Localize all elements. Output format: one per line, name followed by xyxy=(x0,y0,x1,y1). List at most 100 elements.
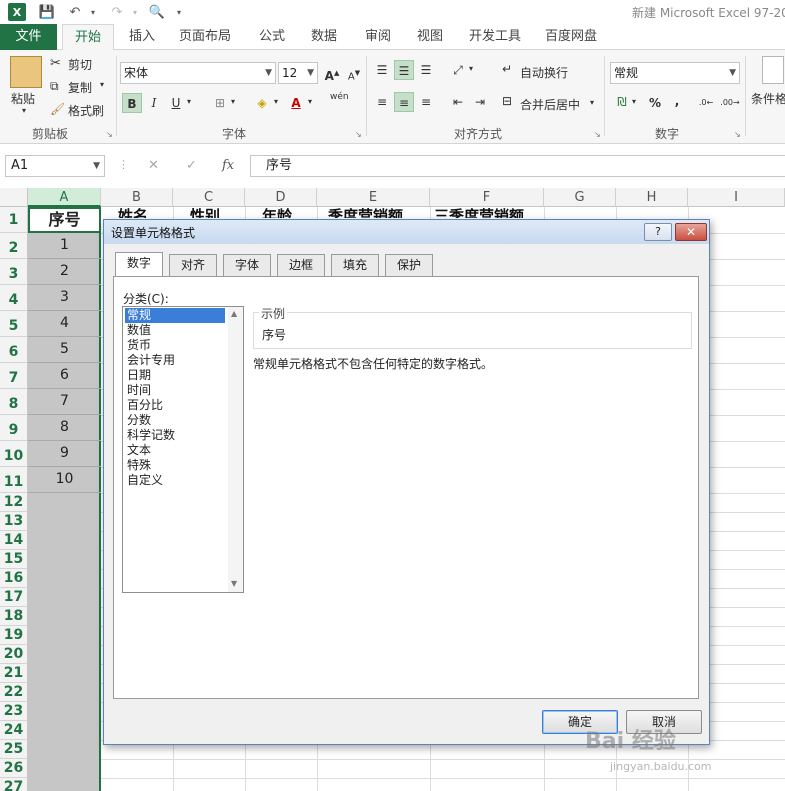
cell-a5[interactable]: 4 xyxy=(28,311,101,337)
orientation-dropdown-icon[interactable]: ▾ xyxy=(469,64,473,73)
row-header[interactable]: 13 xyxy=(0,512,28,531)
tab-file[interactable]: 文件 xyxy=(0,24,57,50)
cell-f1[interactable]: 三季度营销额 xyxy=(434,208,524,218)
row-header[interactable]: 12 xyxy=(0,493,28,512)
cut-button[interactable]: 剪切 xyxy=(68,56,92,73)
column-header-b[interactable]: B xyxy=(101,188,173,207)
row-header[interactable]: 27 xyxy=(0,778,28,791)
cancel-entry-icon[interactable]: ✕ xyxy=(148,158,159,173)
column-header-a[interactable]: A xyxy=(28,188,101,207)
insert-function-icon[interactable]: fx xyxy=(222,158,234,173)
font-size-select[interactable]: 12 ▼ xyxy=(278,62,318,84)
category-item[interactable]: 时间 xyxy=(125,383,225,398)
tab-page-layout[interactable]: 页面布局 xyxy=(172,24,238,50)
paste-dropdown-icon[interactable]: ▾ xyxy=(22,106,26,115)
category-item[interactable]: 日期 xyxy=(125,368,225,383)
row-header[interactable]: 4 xyxy=(0,285,28,311)
tab-baidu-netdisk[interactable]: 百度网盘 xyxy=(538,24,604,50)
comma-style-button[interactable]: , xyxy=(667,91,687,111)
scroll-down-icon[interactable]: ▼ xyxy=(231,579,237,588)
column-header-h[interactable]: H xyxy=(616,188,688,207)
row-header[interactable]: 17 xyxy=(0,588,28,607)
accounting-dropdown-icon[interactable]: ▾ xyxy=(632,97,636,106)
align-center-icon[interactable]: ≡ xyxy=(394,92,414,112)
borders-dropdown-icon[interactable]: ▾ xyxy=(231,97,235,106)
number-format-select[interactable]: 常规 ▼ xyxy=(610,62,740,84)
decrease-decimal-icon[interactable]: .00→ xyxy=(720,93,740,113)
save-icon[interactable]: 💾 xyxy=(38,3,56,21)
clipboard-launcher-icon[interactable]: ↘ xyxy=(106,130,113,139)
align-right-icon[interactable]: ≡ xyxy=(416,92,436,112)
shrink-font-icon[interactable]: A▼ xyxy=(344,63,364,83)
row-header[interactable]: 18 xyxy=(0,607,28,626)
row-header[interactable]: 10 xyxy=(0,441,28,467)
undo-icon[interactable]: ↶ xyxy=(66,3,84,21)
font-color-dropdown-icon[interactable]: ▾ xyxy=(308,97,312,106)
row-header[interactable]: 3 xyxy=(0,259,28,285)
cell-a6[interactable]: 5 xyxy=(28,337,101,363)
underline-button[interactable]: U xyxy=(166,93,186,113)
tab-data[interactable]: 数据 xyxy=(302,24,346,50)
redo-dropdown-icon[interactable]: ▾ xyxy=(126,3,144,21)
row-header[interactable]: 7 xyxy=(0,363,28,389)
cell-d1[interactable]: 年龄 xyxy=(262,208,292,218)
grow-font-icon[interactable]: A▲ xyxy=(322,63,342,83)
underline-dropdown-icon[interactable]: ▾ xyxy=(187,97,191,106)
cell-a1[interactable]: 序号 xyxy=(28,207,101,233)
column-header-c[interactable]: C xyxy=(173,188,245,207)
category-item[interactable]: 会计专用 xyxy=(125,353,225,368)
conditional-format-button[interactable]: 条件格 xyxy=(751,90,785,107)
select-all-corner[interactable] xyxy=(0,188,28,207)
percent-button[interactable]: % xyxy=(645,93,665,113)
undo-dropdown-icon[interactable]: ▾ xyxy=(84,3,102,21)
tab-home[interactable]: 开始 xyxy=(62,24,114,51)
wrap-text-button[interactable]: 自动换行 xyxy=(520,64,568,81)
row-header[interactable]: 9 xyxy=(0,415,28,441)
tab-view[interactable]: 视图 xyxy=(408,24,452,50)
tab-review[interactable]: 审阅 xyxy=(356,24,400,50)
cell-a9[interactable]: 8 xyxy=(28,415,101,441)
number-launcher-icon[interactable]: ↘ xyxy=(734,130,741,139)
column-header-d[interactable]: D xyxy=(245,188,317,207)
cell-a8[interactable]: 7 xyxy=(28,389,101,415)
tab-formulas[interactable]: 公式 xyxy=(250,24,294,50)
category-item[interactable]: 科学记数 xyxy=(125,428,225,443)
font-name-select[interactable]: 宋体 ▼ xyxy=(120,62,276,84)
align-left-icon[interactable]: ≡ xyxy=(372,92,392,112)
cell-b1[interactable]: 姓名 xyxy=(118,208,148,218)
merge-dropdown-icon[interactable]: ▾ xyxy=(590,98,594,107)
format-painter-button[interactable]: 格式刷 xyxy=(68,102,104,119)
scroll-up-icon[interactable]: ▲ xyxy=(231,309,237,318)
row-header[interactable]: 20 xyxy=(0,645,28,664)
print-preview-icon[interactable]: 🔍 xyxy=(148,3,166,21)
customize-toolbar-icon[interactable]: ▾ xyxy=(170,3,188,21)
close-button[interactable]: ✕ xyxy=(675,223,707,241)
bold-button[interactable]: B xyxy=(122,93,142,113)
copy-button[interactable]: 复制 xyxy=(68,79,92,96)
tab-font[interactable]: 字体 xyxy=(223,254,271,276)
row-header[interactable]: 6 xyxy=(0,337,28,363)
confirm-entry-icon[interactable]: ✓ xyxy=(186,158,197,173)
column-header-g[interactable]: G xyxy=(544,188,616,207)
phonetic-button[interactable]: wén xyxy=(330,92,349,102)
row-header[interactable]: 11 xyxy=(0,467,28,493)
name-box[interactable]: A1 ▼ xyxy=(5,155,105,177)
tab-insert[interactable]: 插入 xyxy=(120,24,164,50)
category-item[interactable]: 自定义 xyxy=(125,473,225,488)
paste-icon[interactable] xyxy=(10,56,42,88)
category-item[interactable]: 百分比 xyxy=(125,398,225,413)
row-header[interactable]: 2 xyxy=(0,233,28,259)
cell-a10[interactable]: 9 xyxy=(28,441,101,467)
column-header-e[interactable]: E xyxy=(317,188,430,207)
row-header[interactable]: 21 xyxy=(0,664,28,683)
tab-number[interactable]: 数字 xyxy=(115,252,163,277)
tab-alignment[interactable]: 对齐 xyxy=(169,254,217,276)
tab-developer[interactable]: 开发工具 xyxy=(462,24,528,50)
tab-border[interactable]: 边框 xyxy=(277,254,325,276)
italic-button[interactable]: I xyxy=(144,93,164,113)
category-list[interactable]: 常规 数值 货币 会计专用 日期 时间 百分比 分数 科学记数 文本 特殊 自定… xyxy=(122,306,244,593)
cell-a4[interactable]: 3 xyxy=(28,285,101,311)
tab-protection[interactable]: 保护 xyxy=(385,254,433,276)
category-scrollbar[interactable]: ▲ ▼ xyxy=(228,307,243,592)
row-header[interactable]: 5 xyxy=(0,311,28,337)
